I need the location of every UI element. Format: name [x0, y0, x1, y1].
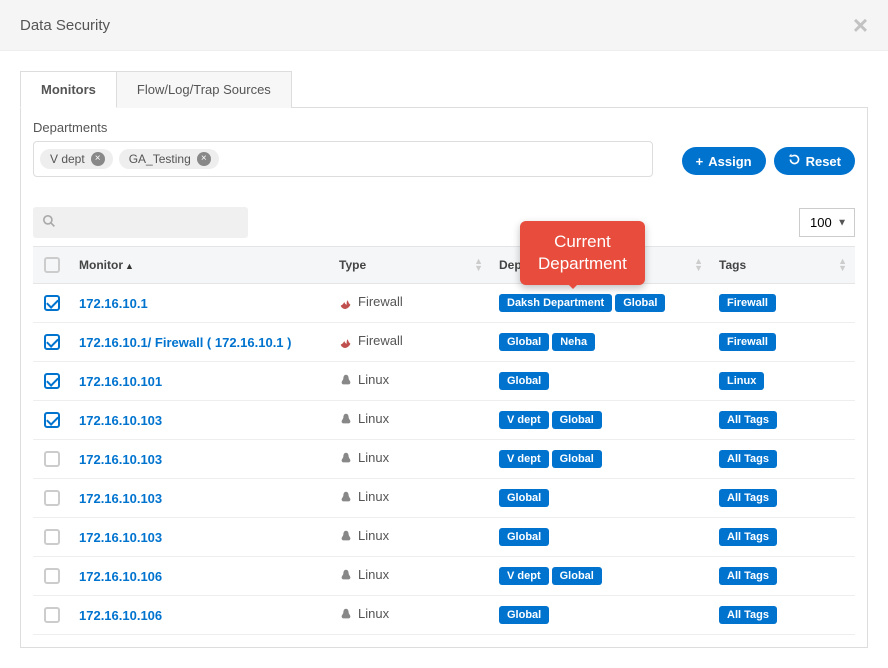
- sort-asc-icon: ▲: [125, 261, 134, 271]
- linux-icon: [339, 607, 353, 624]
- department-badge[interactable]: V dept: [499, 450, 549, 468]
- tag-badge[interactable]: Firewall: [719, 333, 776, 351]
- table-row: 172.16.10.106LinuxGlobalAll Tags: [33, 596, 855, 635]
- sort-icon: ▲▼: [694, 258, 703, 272]
- table-row: 172.16.10.101LinuxGlobalLinux: [33, 362, 855, 401]
- row-checkbox[interactable]: [44, 412, 60, 428]
- reset-icon: [788, 153, 801, 169]
- row-checkbox[interactable]: [44, 451, 60, 467]
- close-icon[interactable]: ×: [853, 12, 868, 38]
- tag-badge[interactable]: Firewall: [719, 294, 776, 312]
- monitor-link[interactable]: 172.16.10.103: [79, 452, 162, 467]
- monitor-link[interactable]: 172.16.10.1: [79, 296, 148, 311]
- departments-input[interactable]: V dept× GA_Testing×: [33, 141, 653, 177]
- col-tags[interactable]: Tags▲▼: [711, 247, 855, 284]
- row-checkbox[interactable]: [44, 568, 60, 584]
- linux-icon: [339, 451, 353, 468]
- department-badge[interactable]: Global: [499, 528, 549, 546]
- monitor-link[interactable]: 172.16.10.103: [79, 413, 162, 428]
- page-size-select[interactable]: 100: [799, 208, 855, 237]
- linux-icon: [339, 412, 353, 429]
- department-badge[interactable]: Global: [499, 372, 549, 390]
- monitor-link[interactable]: 172.16.10.103: [79, 530, 162, 545]
- row-checkbox[interactable]: [44, 334, 60, 350]
- tag-badge[interactable]: Linux: [719, 372, 764, 390]
- linux-icon: [339, 373, 353, 390]
- sort-icon: ▲▼: [474, 258, 483, 272]
- table-row: 172.16.10.103LinuxV deptGlobalAll Tags: [33, 401, 855, 440]
- monitor-link[interactable]: 172.16.10.106: [79, 608, 162, 623]
- table-row: 172.16.10.1 Firewall Daksh DepartmentGloba…: [33, 284, 855, 323]
- tag-badge[interactable]: All Tags: [719, 489, 777, 507]
- chip-remove-icon[interactable]: ×: [197, 152, 211, 166]
- row-checkbox[interactable]: [44, 490, 60, 506]
- department-badge[interactable]: Global: [615, 294, 665, 312]
- firewall-icon: [339, 295, 353, 312]
- table-row: 172.16.10.1/ Firewall ( 172.16.10.1 ) Fir…: [33, 323, 855, 362]
- row-checkbox[interactable]: [44, 529, 60, 545]
- select-all-checkbox[interactable]: [44, 257, 60, 273]
- table-row: 172.16.10.106LinuxV deptGlobalAll Tags: [33, 557, 855, 596]
- firewall-icon: [339, 334, 353, 351]
- tag-badge[interactable]: All Tags: [719, 606, 777, 624]
- row-checkbox[interactable]: [44, 373, 60, 389]
- department-badge[interactable]: Global: [552, 567, 602, 585]
- department-badge[interactable]: V dept: [499, 411, 549, 429]
- table-row: 172.16.10.103LinuxGlobalAll Tags: [33, 479, 855, 518]
- tag-badge[interactable]: All Tags: [719, 528, 777, 546]
- table-row: 172.16.10.103LinuxGlobalAll Tags: [33, 518, 855, 557]
- search-input[interactable]: [33, 207, 248, 238]
- tag-badge[interactable]: All Tags: [719, 567, 777, 585]
- chip-remove-icon[interactable]: ×: [91, 152, 105, 166]
- department-badge[interactable]: Global: [552, 411, 602, 429]
- monitor-link[interactable]: 172.16.10.1/ Firewall ( 172.16.10.1 ): [79, 335, 291, 350]
- col-type[interactable]: Type▲▼: [331, 247, 491, 284]
- monitor-link[interactable]: 172.16.10.106: [79, 569, 162, 584]
- callout-current-department: Current Department: [520, 221, 645, 285]
- tab-monitors[interactable]: Monitors: [20, 71, 117, 108]
- linux-icon: [339, 568, 353, 585]
- department-badge[interactable]: Global: [499, 489, 549, 507]
- monitors-table: Monitor▲ Type▲▼ Departments▲▼ Tags▲▼ 172…: [33, 246, 855, 635]
- table-row: 172.16.10.103LinuxV deptGlobalAll Tags: [33, 440, 855, 479]
- department-badge[interactable]: Global: [499, 333, 549, 351]
- department-chip: V dept×: [40, 149, 113, 169]
- tag-badge[interactable]: All Tags: [719, 411, 777, 429]
- reset-button[interactable]: Reset: [774, 147, 855, 175]
- linux-icon: [339, 490, 353, 507]
- tab-sources[interactable]: Flow/Log/Trap Sources: [117, 71, 292, 108]
- search-icon: [43, 215, 56, 231]
- department-badge[interactable]: V dept: [499, 567, 549, 585]
- monitor-link[interactable]: 172.16.10.103: [79, 491, 162, 506]
- department-badge[interactable]: Daksh Department: [499, 294, 612, 312]
- department-badge[interactable]: Neha: [552, 333, 595, 351]
- monitor-link[interactable]: 172.16.10.101: [79, 374, 162, 389]
- plus-icon: +: [696, 154, 704, 169]
- departments-label: Departments: [33, 120, 662, 135]
- tag-badge[interactable]: All Tags: [719, 450, 777, 468]
- department-badge[interactable]: Global: [552, 450, 602, 468]
- tab-bar: Monitors Flow/Log/Trap Sources: [20, 71, 868, 108]
- department-badge[interactable]: Global: [499, 606, 549, 624]
- row-checkbox[interactable]: [44, 607, 60, 623]
- sort-icon: ▲▼: [838, 258, 847, 272]
- department-chip: GA_Testing×: [119, 149, 219, 169]
- page-title: Data Security: [20, 17, 110, 34]
- assign-button[interactable]: + Assign: [682, 147, 766, 175]
- linux-icon: [339, 529, 353, 546]
- col-monitor[interactable]: Monitor▲: [71, 247, 331, 284]
- row-checkbox[interactable]: [44, 295, 60, 311]
